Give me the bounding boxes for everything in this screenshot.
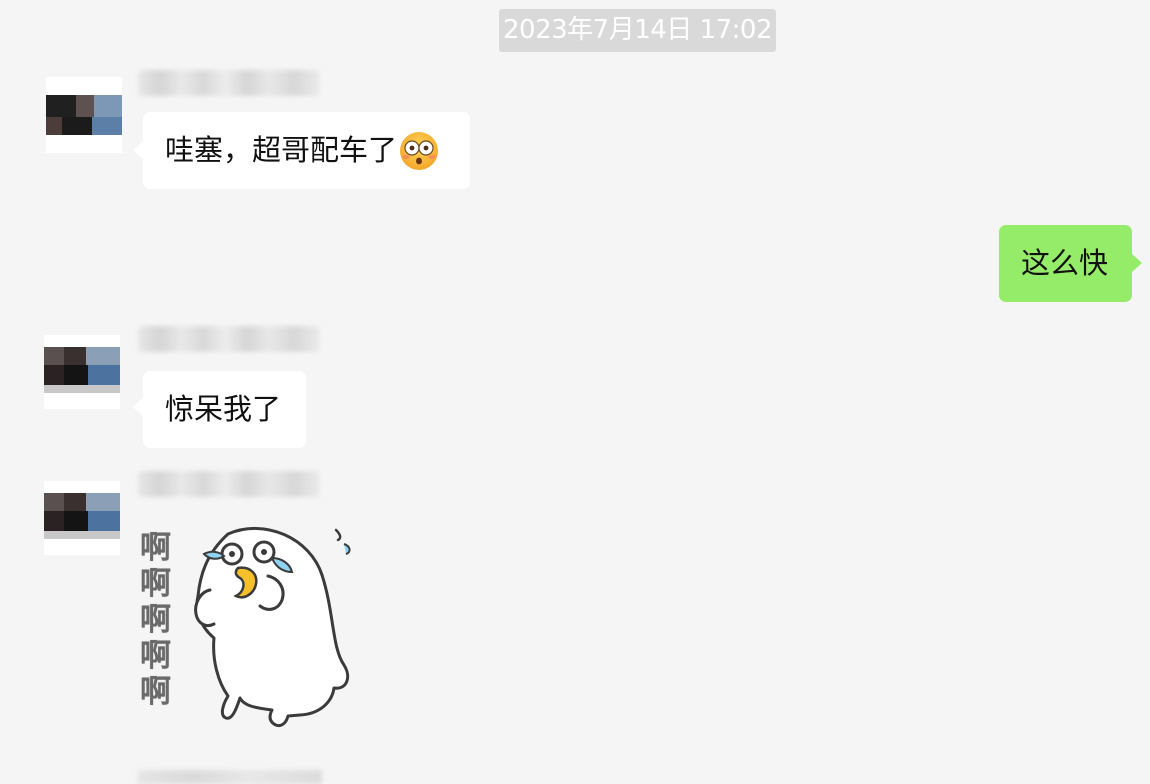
message-bubble-outgoing[interactable]: 这么快 bbox=[999, 225, 1132, 302]
sender-avatar[interactable] bbox=[44, 335, 120, 409]
sender-name-blurred bbox=[138, 471, 320, 497]
sender-avatar[interactable] bbox=[44, 481, 120, 555]
chat-timestamp: 2023年7月14日 17:02 bbox=[499, 9, 776, 52]
message-bubble-incoming[interactable]: 哇塞，超哥配车了 bbox=[143, 112, 470, 189]
message-text: 这么快 bbox=[1021, 246, 1109, 280]
message-text: 哇塞，超哥配车了 bbox=[165, 133, 398, 167]
bubble-tail bbox=[133, 141, 143, 159]
crying-seal-sticker[interactable] bbox=[140, 520, 360, 730]
sender-name-blurred bbox=[138, 326, 320, 352]
message-bubble-incoming[interactable]: 惊呆我了 bbox=[143, 371, 306, 448]
sender-name-blurred bbox=[138, 70, 320, 96]
bubble-tail bbox=[1132, 254, 1142, 272]
flushed-face-icon bbox=[400, 131, 439, 170]
sender-name-blurred bbox=[138, 770, 322, 784]
sender-avatar[interactable] bbox=[46, 77, 122, 153]
bubble-tail bbox=[133, 398, 143, 416]
message-text: 惊呆我了 bbox=[165, 392, 282, 426]
